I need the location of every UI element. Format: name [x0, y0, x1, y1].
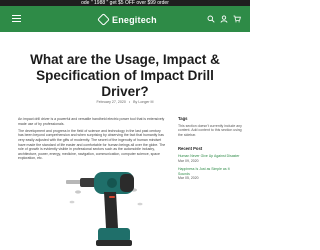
account-icon[interactable]: [220, 15, 228, 23]
impact-drill-image: [66, 172, 143, 246]
recent-post-link[interactable]: Happiness Is Just as Simple as It Sounds: [178, 167, 242, 176]
logo-mark-icon: [97, 13, 110, 26]
post-date: February 27, 2020: [96, 100, 126, 104]
article-title: What are the Usage, Impact & Specificati…: [30, 52, 220, 99]
header-icons: [207, 15, 241, 23]
post-author: By Longer M: [133, 100, 154, 104]
sidebar: Tags This section doesn't currently incl…: [178, 116, 242, 185]
recent-post-title: Recent Post: [178, 146, 203, 152]
recent-post-item[interactable]: Happiness Is Just as Simple as It Sounds…: [178, 167, 242, 181]
article-meta: February 27, 2020 • By Longer M: [60, 100, 190, 104]
site-header: Enegitech: [0, 6, 250, 32]
recent-post-item[interactable]: Human Never Give Up Against Disaster Mar…: [178, 154, 242, 163]
cart-icon[interactable]: [233, 15, 241, 23]
brand-name: Enegitech: [112, 14, 157, 25]
meta-separator: •: [128, 100, 131, 104]
sidebar-section-title: Tags: [178, 116, 188, 121]
sidebar-empty-text: This section doesn't currently include a…: [178, 123, 242, 137]
menu-icon[interactable]: [12, 15, 21, 22]
brand-logo[interactable]: Enegitech: [97, 13, 157, 26]
recent-post-date: Mar 09, 2020: [178, 158, 199, 163]
recent-post-link[interactable]: Human Never Give Up Against Disaster: [178, 154, 242, 159]
article-paragraph: An impact drill driver is a powerful and…: [18, 117, 165, 126]
search-icon[interactable]: [207, 15, 215, 23]
recent-post-date: Mar 05, 2020: [178, 176, 199, 181]
